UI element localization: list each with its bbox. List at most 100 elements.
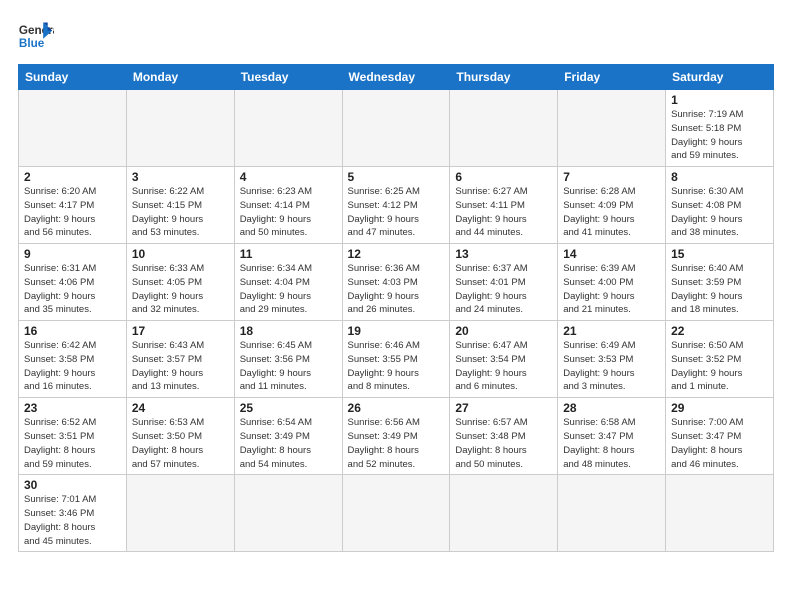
calendar-cell: 9Sunrise: 6:31 AM Sunset: 4:06 PM Daylig… bbox=[19, 244, 127, 321]
calendar-cell: 25Sunrise: 6:54 AM Sunset: 3:49 PM Dayli… bbox=[234, 398, 342, 475]
calendar-cell: 13Sunrise: 6:37 AM Sunset: 4:01 PM Dayli… bbox=[450, 244, 558, 321]
calendar-cell: 4Sunrise: 6:23 AM Sunset: 4:14 PM Daylig… bbox=[234, 167, 342, 244]
calendar-week-row: 2Sunrise: 6:20 AM Sunset: 4:17 PM Daylig… bbox=[19, 167, 774, 244]
calendar-week-row: 30Sunrise: 7:01 AM Sunset: 3:46 PM Dayli… bbox=[19, 475, 774, 552]
calendar-cell: 24Sunrise: 6:53 AM Sunset: 3:50 PM Dayli… bbox=[126, 398, 234, 475]
calendar-cell: 26Sunrise: 6:56 AM Sunset: 3:49 PM Dayli… bbox=[342, 398, 450, 475]
calendar-week-row: 16Sunrise: 6:42 AM Sunset: 3:58 PM Dayli… bbox=[19, 321, 774, 398]
day-number: 29 bbox=[671, 401, 768, 415]
calendar-cell: 14Sunrise: 6:39 AM Sunset: 4:00 PM Dayli… bbox=[558, 244, 666, 321]
calendar-cell bbox=[19, 90, 127, 167]
day-info: Sunrise: 7:01 AM Sunset: 3:46 PM Dayligh… bbox=[24, 493, 121, 548]
calendar-cell bbox=[558, 90, 666, 167]
day-number: 6 bbox=[455, 170, 552, 184]
calendar-cell: 29Sunrise: 7:00 AM Sunset: 3:47 PM Dayli… bbox=[666, 398, 774, 475]
calendar-cell: 3Sunrise: 6:22 AM Sunset: 4:15 PM Daylig… bbox=[126, 167, 234, 244]
day-info: Sunrise: 6:31 AM Sunset: 4:06 PM Dayligh… bbox=[24, 262, 121, 317]
calendar-week-row: 9Sunrise: 6:31 AM Sunset: 4:06 PM Daylig… bbox=[19, 244, 774, 321]
calendar-cell: 10Sunrise: 6:33 AM Sunset: 4:05 PM Dayli… bbox=[126, 244, 234, 321]
calendar-header-saturday: Saturday bbox=[666, 65, 774, 90]
day-info: Sunrise: 6:45 AM Sunset: 3:56 PM Dayligh… bbox=[240, 339, 337, 394]
calendar-cell: 12Sunrise: 6:36 AM Sunset: 4:03 PM Dayli… bbox=[342, 244, 450, 321]
day-number: 12 bbox=[348, 247, 445, 261]
day-number: 30 bbox=[24, 478, 121, 492]
day-info: Sunrise: 6:23 AM Sunset: 4:14 PM Dayligh… bbox=[240, 185, 337, 240]
calendar-cell: 15Sunrise: 6:40 AM Sunset: 3:59 PM Dayli… bbox=[666, 244, 774, 321]
calendar-header-row: SundayMondayTuesdayWednesdayThursdayFrid… bbox=[19, 65, 774, 90]
calendar-cell: 22Sunrise: 6:50 AM Sunset: 3:52 PM Dayli… bbox=[666, 321, 774, 398]
day-info: Sunrise: 7:00 AM Sunset: 3:47 PM Dayligh… bbox=[671, 416, 768, 471]
day-info: Sunrise: 6:42 AM Sunset: 3:58 PM Dayligh… bbox=[24, 339, 121, 394]
day-info: Sunrise: 6:49 AM Sunset: 3:53 PM Dayligh… bbox=[563, 339, 660, 394]
calendar-header-thursday: Thursday bbox=[450, 65, 558, 90]
calendar-cell: 18Sunrise: 6:45 AM Sunset: 3:56 PM Dayli… bbox=[234, 321, 342, 398]
day-number: 10 bbox=[132, 247, 229, 261]
calendar-header-friday: Friday bbox=[558, 65, 666, 90]
day-number: 11 bbox=[240, 247, 337, 261]
calendar-cell: 20Sunrise: 6:47 AM Sunset: 3:54 PM Dayli… bbox=[450, 321, 558, 398]
day-info: Sunrise: 6:28 AM Sunset: 4:09 PM Dayligh… bbox=[563, 185, 660, 240]
day-number: 5 bbox=[348, 170, 445, 184]
day-number: 18 bbox=[240, 324, 337, 338]
calendar-cell: 28Sunrise: 6:58 AM Sunset: 3:47 PM Dayli… bbox=[558, 398, 666, 475]
day-number: 22 bbox=[671, 324, 768, 338]
calendar-cell bbox=[558, 475, 666, 552]
day-info: Sunrise: 6:34 AM Sunset: 4:04 PM Dayligh… bbox=[240, 262, 337, 317]
day-number: 24 bbox=[132, 401, 229, 415]
calendar-cell: 17Sunrise: 6:43 AM Sunset: 3:57 PM Dayli… bbox=[126, 321, 234, 398]
day-number: 13 bbox=[455, 247, 552, 261]
calendar-cell: 2Sunrise: 6:20 AM Sunset: 4:17 PM Daylig… bbox=[19, 167, 127, 244]
logo-icon: General Blue bbox=[18, 18, 54, 54]
calendar-cell: 11Sunrise: 6:34 AM Sunset: 4:04 PM Dayli… bbox=[234, 244, 342, 321]
day-info: Sunrise: 6:39 AM Sunset: 4:00 PM Dayligh… bbox=[563, 262, 660, 317]
calendar-cell bbox=[450, 475, 558, 552]
day-number: 3 bbox=[132, 170, 229, 184]
calendar-cell: 5Sunrise: 6:25 AM Sunset: 4:12 PM Daylig… bbox=[342, 167, 450, 244]
page: General Blue SundayMondayTuesdayWednesda… bbox=[0, 0, 792, 612]
calendar-cell bbox=[126, 475, 234, 552]
day-number: 4 bbox=[240, 170, 337, 184]
day-number: 19 bbox=[348, 324, 445, 338]
day-info: Sunrise: 6:53 AM Sunset: 3:50 PM Dayligh… bbox=[132, 416, 229, 471]
calendar-cell bbox=[450, 90, 558, 167]
day-number: 9 bbox=[24, 247, 121, 261]
day-number: 25 bbox=[240, 401, 337, 415]
day-number: 20 bbox=[455, 324, 552, 338]
day-info: Sunrise: 6:56 AM Sunset: 3:49 PM Dayligh… bbox=[348, 416, 445, 471]
calendar-header-wednesday: Wednesday bbox=[342, 65, 450, 90]
calendar-header-sunday: Sunday bbox=[19, 65, 127, 90]
calendar-cell bbox=[126, 90, 234, 167]
day-number: 23 bbox=[24, 401, 121, 415]
calendar-cell bbox=[342, 90, 450, 167]
day-number: 7 bbox=[563, 170, 660, 184]
day-number: 14 bbox=[563, 247, 660, 261]
calendar-header-monday: Monday bbox=[126, 65, 234, 90]
day-info: Sunrise: 6:37 AM Sunset: 4:01 PM Dayligh… bbox=[455, 262, 552, 317]
calendar-header-tuesday: Tuesday bbox=[234, 65, 342, 90]
calendar-cell: 8Sunrise: 6:30 AM Sunset: 4:08 PM Daylig… bbox=[666, 167, 774, 244]
day-info: Sunrise: 6:47 AM Sunset: 3:54 PM Dayligh… bbox=[455, 339, 552, 394]
calendar: SundayMondayTuesdayWednesdayThursdayFrid… bbox=[18, 64, 774, 552]
calendar-cell: 7Sunrise: 6:28 AM Sunset: 4:09 PM Daylig… bbox=[558, 167, 666, 244]
day-info: Sunrise: 6:50 AM Sunset: 3:52 PM Dayligh… bbox=[671, 339, 768, 394]
calendar-week-row: 23Sunrise: 6:52 AM Sunset: 3:51 PM Dayli… bbox=[19, 398, 774, 475]
day-number: 17 bbox=[132, 324, 229, 338]
day-info: Sunrise: 6:27 AM Sunset: 4:11 PM Dayligh… bbox=[455, 185, 552, 240]
day-number: 28 bbox=[563, 401, 660, 415]
day-info: Sunrise: 6:36 AM Sunset: 4:03 PM Dayligh… bbox=[348, 262, 445, 317]
day-number: 2 bbox=[24, 170, 121, 184]
day-info: Sunrise: 7:19 AM Sunset: 5:18 PM Dayligh… bbox=[671, 108, 768, 163]
day-info: Sunrise: 6:54 AM Sunset: 3:49 PM Dayligh… bbox=[240, 416, 337, 471]
day-info: Sunrise: 6:52 AM Sunset: 3:51 PM Dayligh… bbox=[24, 416, 121, 471]
day-number: 26 bbox=[348, 401, 445, 415]
logo: General Blue bbox=[18, 18, 54, 54]
day-info: Sunrise: 6:43 AM Sunset: 3:57 PM Dayligh… bbox=[132, 339, 229, 394]
svg-text:Blue: Blue bbox=[19, 37, 45, 50]
day-info: Sunrise: 6:57 AM Sunset: 3:48 PM Dayligh… bbox=[455, 416, 552, 471]
header: General Blue bbox=[18, 18, 774, 54]
calendar-cell: 30Sunrise: 7:01 AM Sunset: 3:46 PM Dayli… bbox=[19, 475, 127, 552]
calendar-cell bbox=[666, 475, 774, 552]
calendar-cell bbox=[234, 90, 342, 167]
calendar-cell bbox=[342, 475, 450, 552]
day-info: Sunrise: 6:33 AM Sunset: 4:05 PM Dayligh… bbox=[132, 262, 229, 317]
